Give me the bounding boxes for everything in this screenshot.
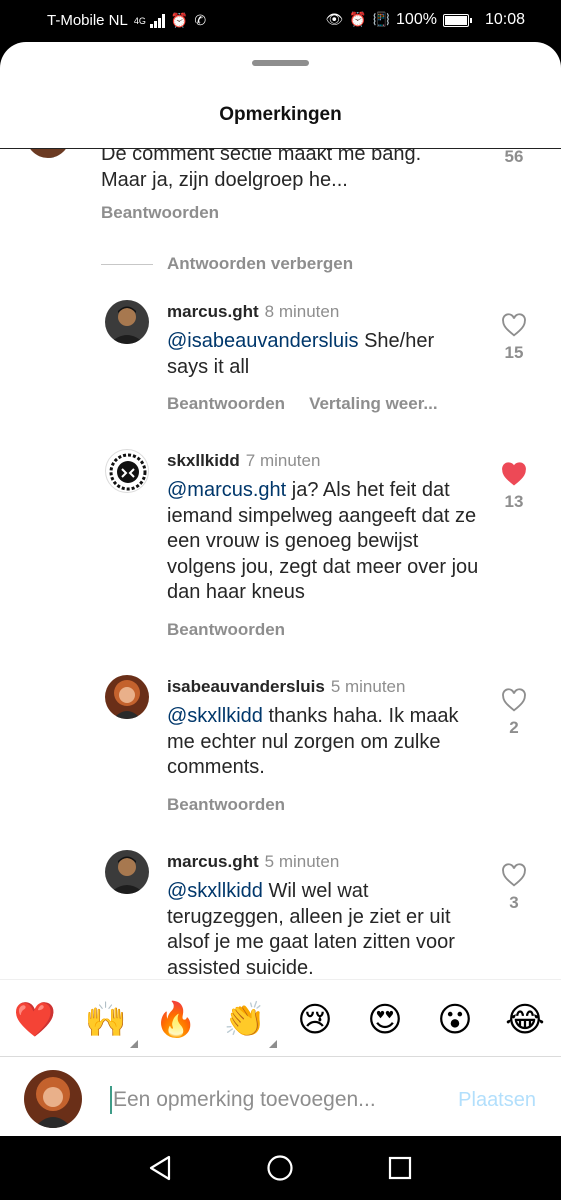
username[interactable]: skxllkidd xyxy=(167,451,240,470)
emoji-quick-bar: ❤️ 🙌 🔥 👏 😢 😍 😮 😂 xyxy=(0,979,561,1056)
drag-handle[interactable] xyxy=(252,60,309,66)
timestamp: 7 minuten xyxy=(245,451,321,470)
comment-header: marcus.ght 8 minuten xyxy=(167,302,339,322)
reply-button[interactable]: Beantwoorden xyxy=(167,795,285,814)
comment-header: marcus.ght 5 minuten xyxy=(167,852,339,872)
emoji-red-heart[interactable]: ❤️ xyxy=(13,998,57,1042)
network-type: 4G xyxy=(133,15,146,26)
reply-button[interactable]: Beantwoorden xyxy=(167,394,285,413)
reply-button[interactable]: Beantwoorden xyxy=(167,620,285,639)
like-count: 13 xyxy=(504,492,524,511)
comment-text: @skxllkidd thanks haha. Ik maak me echte… xyxy=(167,704,477,781)
see-translation-button[interactable]: Vertaling weer... xyxy=(309,394,438,413)
system-nav-bar xyxy=(0,1136,561,1200)
comment-input[interactable] xyxy=(113,1083,433,1117)
emoji-heart-eyes[interactable]: 😍 xyxy=(363,998,407,1042)
back-icon[interactable] xyxy=(147,1154,173,1182)
heart-outline-icon[interactable] xyxy=(501,688,527,712)
post-button[interactable]: Plaatsen xyxy=(458,1089,536,1112)
hide-replies-button[interactable]: Antwoorden verbergen xyxy=(101,254,353,274)
timestamp: 8 minuten xyxy=(264,302,340,321)
like-area: 15 xyxy=(494,313,534,363)
user-avatar xyxy=(24,1070,82,1128)
carrier-name: T-Mobile NL xyxy=(47,12,128,29)
like-area: 13 xyxy=(494,462,534,512)
sheet-title: Opmerkingen xyxy=(219,104,342,125)
status-bar: T-Mobile NL 4G ⏰ ✆ 👁 ⏰ 📳 100% 10:08 xyxy=(0,0,561,42)
mention-link[interactable]: @skxllkidd xyxy=(167,705,263,727)
mention-link[interactable]: @skxllkidd xyxy=(167,880,263,902)
emoji-glyph: 🙌 xyxy=(84,1000,128,1040)
avatar[interactable] xyxy=(105,850,149,894)
like-area: 2 xyxy=(494,688,534,738)
like-count: 3 xyxy=(509,893,519,912)
emoji-tears-of-joy[interactable]: 😂 xyxy=(503,998,547,1042)
divider-line xyxy=(101,263,153,265)
heart-filled-icon[interactable] xyxy=(501,462,527,486)
comment-text-line-1: De comment sectie maakt me bang. xyxy=(101,149,422,165)
whatsapp-icon: ✆ xyxy=(194,12,207,29)
battery-icon xyxy=(442,13,472,27)
comment-composer: Plaatsen xyxy=(0,1056,561,1136)
skin-tone-indicator xyxy=(130,1040,138,1048)
reply-button[interactable]: Beantwoorden xyxy=(101,203,219,222)
comment-actions: Beantwoorden xyxy=(167,795,309,815)
emoji-surprised-face[interactable]: 😮 xyxy=(433,998,477,1042)
like-count: 56 xyxy=(504,149,524,166)
alarm-clock-icon: ⏰ xyxy=(170,12,189,29)
home-icon[interactable] xyxy=(266,1154,294,1182)
hide-replies-label: Antwoorden verbergen xyxy=(167,254,354,273)
clock: 10:08 xyxy=(484,11,525,28)
mention-link[interactable]: @isabeauvandersluis xyxy=(167,330,359,352)
vibrate-icon: 📳 xyxy=(372,12,391,28)
timestamp: 5 minuten xyxy=(330,677,406,696)
emoji-fire[interactable]: 🔥 xyxy=(154,998,198,1042)
comment-header: skxllkidd 7 minuten xyxy=(167,451,320,471)
emoji-clapping-hands[interactable]: 👏 xyxy=(223,998,277,1048)
alarm-icon: ⏰ xyxy=(349,12,367,28)
battery-percent: 100% xyxy=(396,11,437,28)
comments-list[interactable]: De comment sectie maakt me bang. Maar ja… xyxy=(0,149,561,979)
comment-text: @isabeauvandersluis She/her says it all xyxy=(167,329,467,380)
comment-actions: Beantwoorden Vertaling weer... xyxy=(167,394,462,414)
like-count: 2 xyxy=(509,718,519,737)
comment-actions: Beantwoorden xyxy=(167,620,309,640)
avatar[interactable] xyxy=(105,675,149,719)
comment-text: De comment sectie maakt me bang. Maar ja… xyxy=(101,149,461,193)
comments-sheet: Opmerkingen De comment sectie maakt me b… xyxy=(0,42,561,1136)
like-area: 3 xyxy=(494,863,534,913)
avatar[interactable] xyxy=(105,449,149,493)
username[interactable]: isabeauvandersluis xyxy=(167,677,325,696)
like-count: 15 xyxy=(504,343,524,362)
heart-outline-icon[interactable] xyxy=(501,863,527,887)
text-cursor xyxy=(110,1086,112,1114)
skin-tone-indicator xyxy=(269,1040,277,1048)
signal-icon xyxy=(149,13,165,28)
comment-text: @marcus.ght ja? Als het feit dat iemand … xyxy=(167,478,489,606)
like-area: 56 xyxy=(494,149,534,167)
comment-actions: Beantwoorden xyxy=(101,203,243,223)
comment-header: isabeauvandersluis 5 minuten xyxy=(167,677,405,697)
emoji-raising-hands[interactable]: 🙌 xyxy=(84,998,138,1048)
avatar[interactable] xyxy=(105,300,149,344)
avatar[interactable] xyxy=(26,149,70,158)
username[interactable]: marcus.ght xyxy=(167,302,259,321)
emoji-crying-face[interactable]: 😢 xyxy=(293,998,337,1042)
comment-text-line-2: Maar ja, zijn doelgroep he... xyxy=(101,168,348,191)
comment-text: @skxllkidd Wil wel wat terugzeggen, alle… xyxy=(167,879,477,979)
timestamp: 5 minuten xyxy=(264,852,340,871)
emoji-glyph: 👏 xyxy=(223,1000,267,1040)
eye-icon: 👁 xyxy=(325,12,344,28)
mention-link[interactable]: @marcus.ght xyxy=(167,479,286,501)
username[interactable]: marcus.ght xyxy=(167,852,259,871)
recent-apps-icon[interactable] xyxy=(387,1154,413,1182)
heart-outline-icon[interactable] xyxy=(501,313,527,337)
